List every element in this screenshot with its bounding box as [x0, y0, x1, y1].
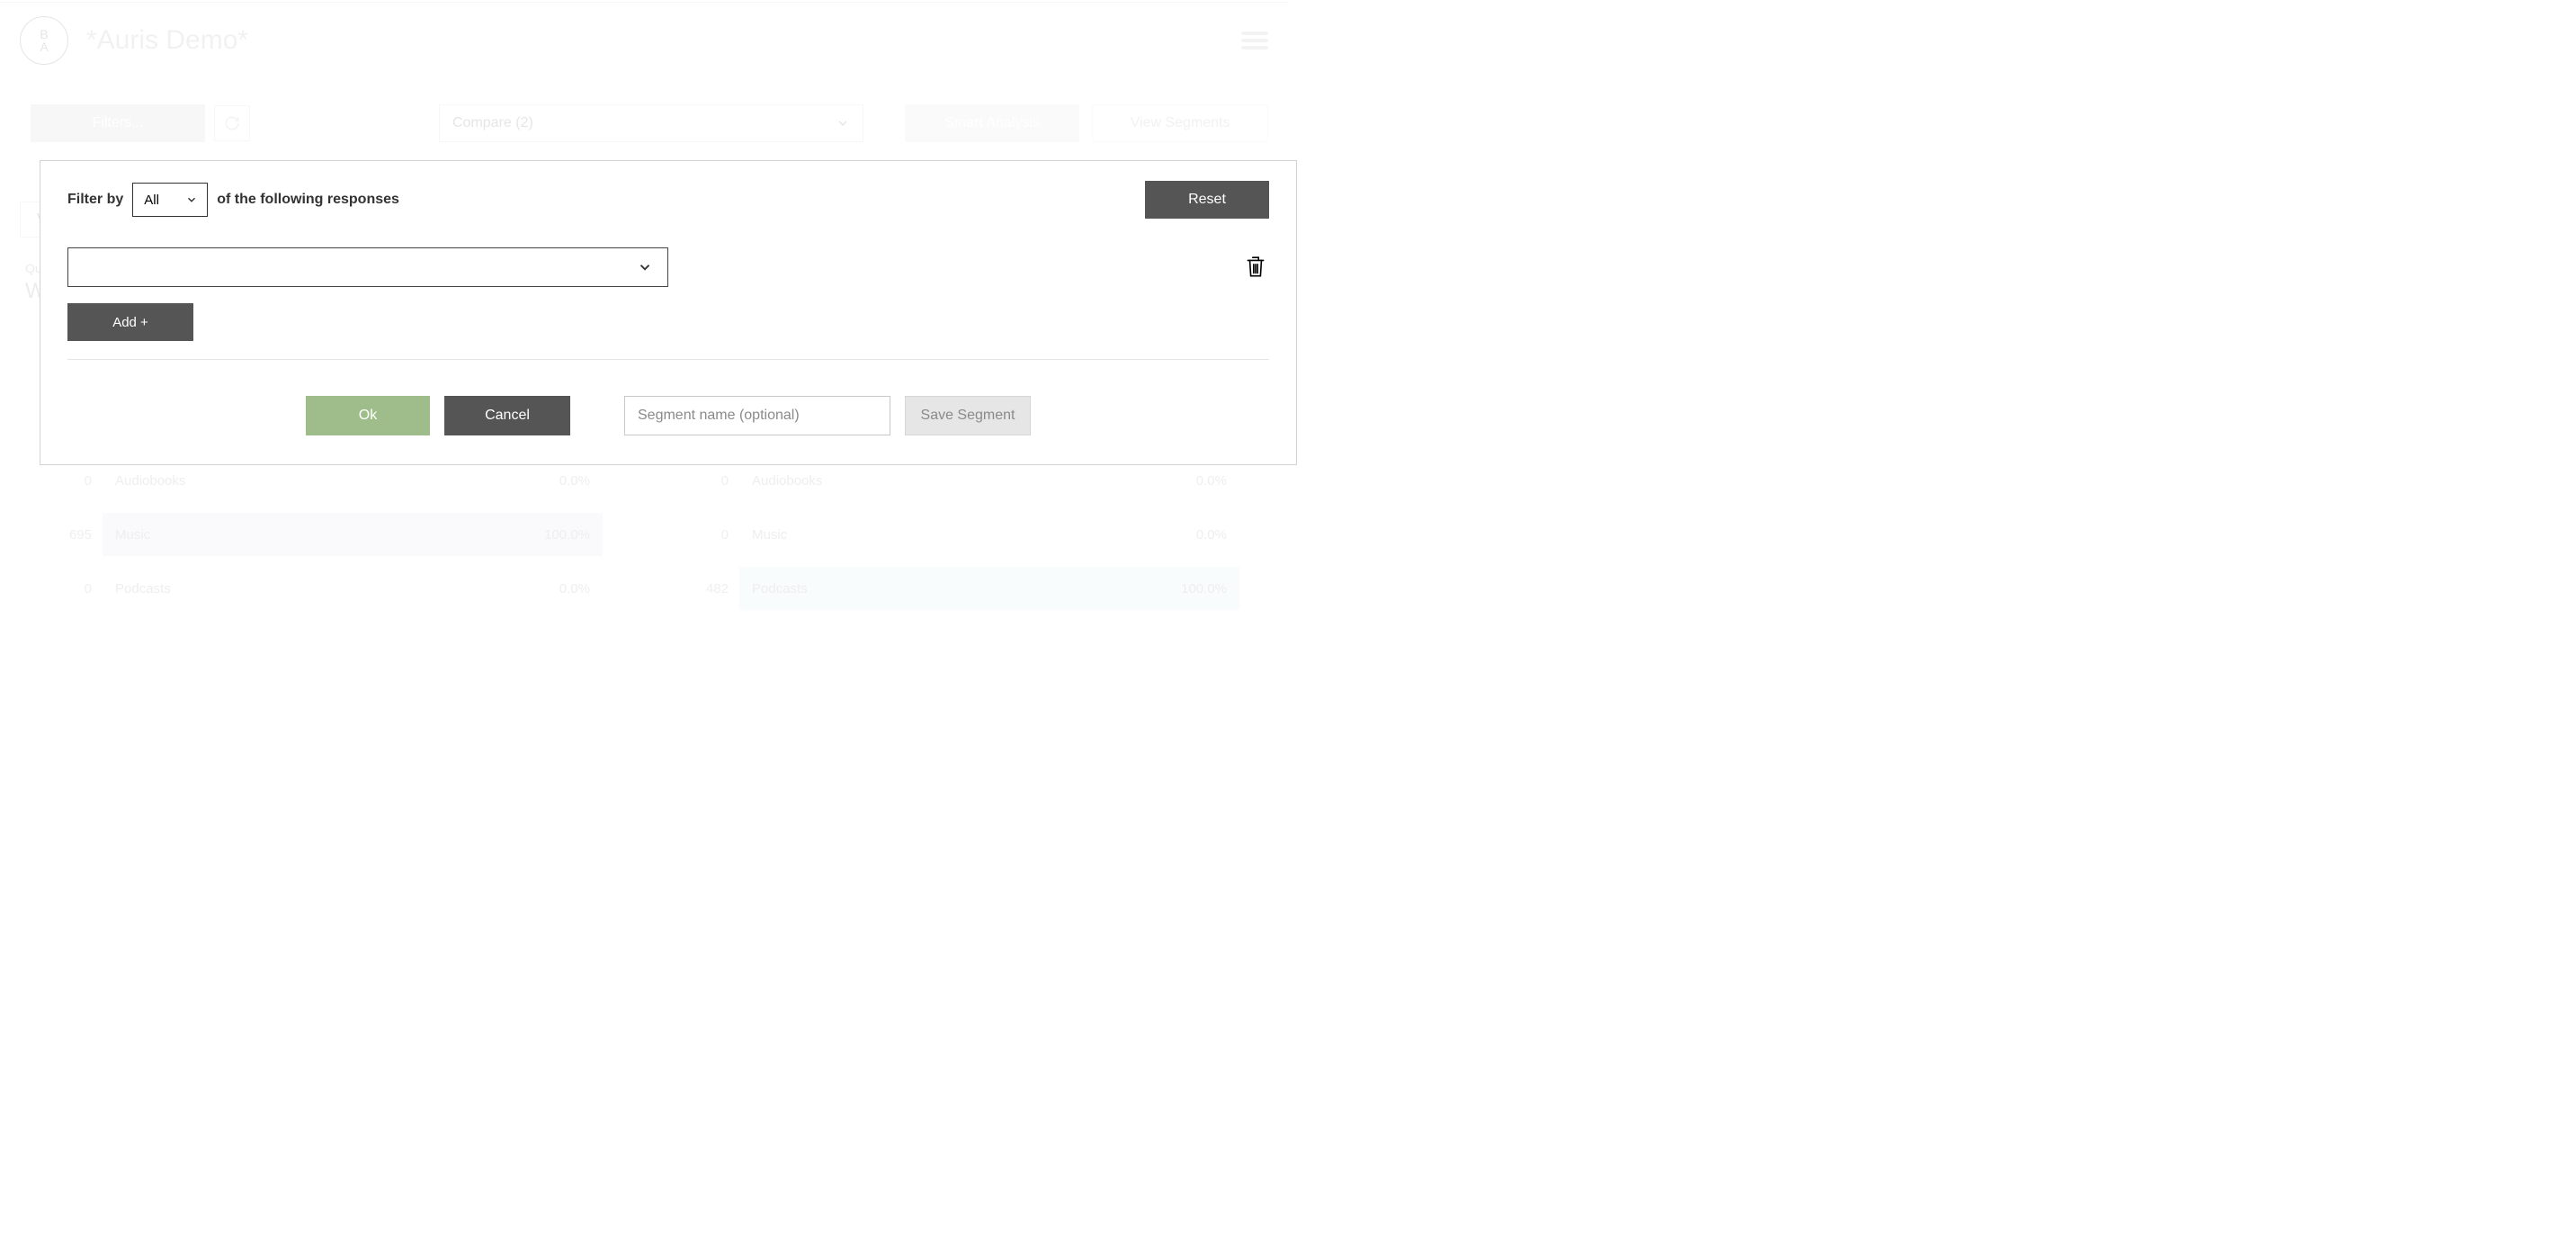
chevron-down-icon — [637, 259, 653, 275]
filter-row — [67, 247, 1269, 287]
modal-divider — [67, 359, 1269, 360]
filter-mode-select[interactable]: All — [132, 183, 208, 217]
chevron-down-icon — [185, 193, 198, 206]
filter-by-label: Filter by — [67, 192, 123, 208]
modal-actions: Ok Cancel Save Segment — [67, 396, 1269, 439]
trash-icon[interactable] — [1242, 254, 1269, 281]
filter-response-select[interactable] — [67, 247, 668, 287]
modal-header: Filter by All of the following responses… — [67, 181, 1269, 219]
filter-modal: Filter by All of the following responses… — [40, 160, 1297, 465]
add-filter-button[interactable]: Add + — [67, 303, 193, 341]
filter-followup-label: of the following responses — [217, 192, 399, 208]
filter-mode-value: All — [144, 193, 159, 208]
ok-button[interactable]: Ok — [306, 396, 430, 435]
reset-button[interactable]: Reset — [1145, 181, 1269, 219]
segment-name-input[interactable] — [624, 396, 890, 435]
save-segment-button[interactable]: Save Segment — [905, 396, 1031, 435]
cancel-button[interactable]: Cancel — [444, 396, 570, 435]
